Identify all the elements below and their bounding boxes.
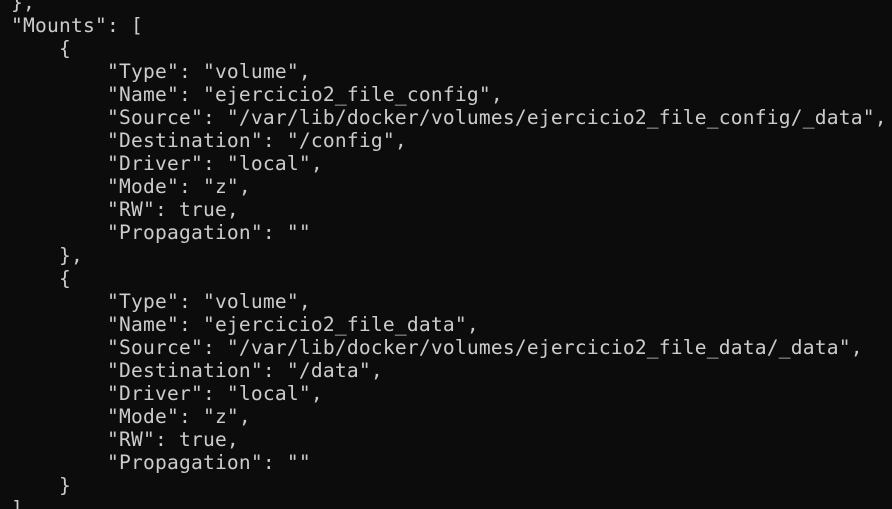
terminal-line: "Name": "ejercicio2_file_config", <box>11 83 503 106</box>
terminal-line: "Source": "/var/lib/docker/volumes/ejerc… <box>11 106 887 129</box>
terminal-line: { <box>11 267 71 290</box>
terminal-output[interactable]: }, "Mounts": [ { "Type": "volume", "Name… <box>11 0 892 509</box>
terminal-line: "Destination": "/config", <box>11 129 407 152</box>
terminal-line: "Propagation": "" <box>11 451 311 474</box>
terminal-line: "Source": "/var/lib/docker/volumes/ejerc… <box>11 336 863 359</box>
terminal-line: "Mode": "z", <box>11 405 251 428</box>
terminal-line: "Type": "volume", <box>11 290 311 313</box>
terminal-line: "RW": true, <box>11 428 239 451</box>
terminal-line: "Driver": "local", <box>11 152 323 175</box>
terminal-line: ], <box>11 497 35 509</box>
terminal-line: "Name": "ejercicio2_file_data", <box>11 313 479 336</box>
terminal-line: } <box>11 474 71 497</box>
terminal-line: "Propagation": "" <box>11 221 311 244</box>
terminal-line: "RW": true, <box>11 198 239 221</box>
terminal-line: }, <box>11 244 83 267</box>
terminal-line: }, <box>11 0 35 14</box>
terminal-line: "Driver": "local", <box>11 382 323 405</box>
terminal-line: "Mode": "z", <box>11 175 251 198</box>
terminal-line: "Mounts": [ <box>11 14 143 37</box>
terminal-line: "Destination": "/data", <box>11 359 383 382</box>
terminal-line: "Type": "volume", <box>11 60 311 83</box>
terminal-line: { <box>11 37 71 60</box>
